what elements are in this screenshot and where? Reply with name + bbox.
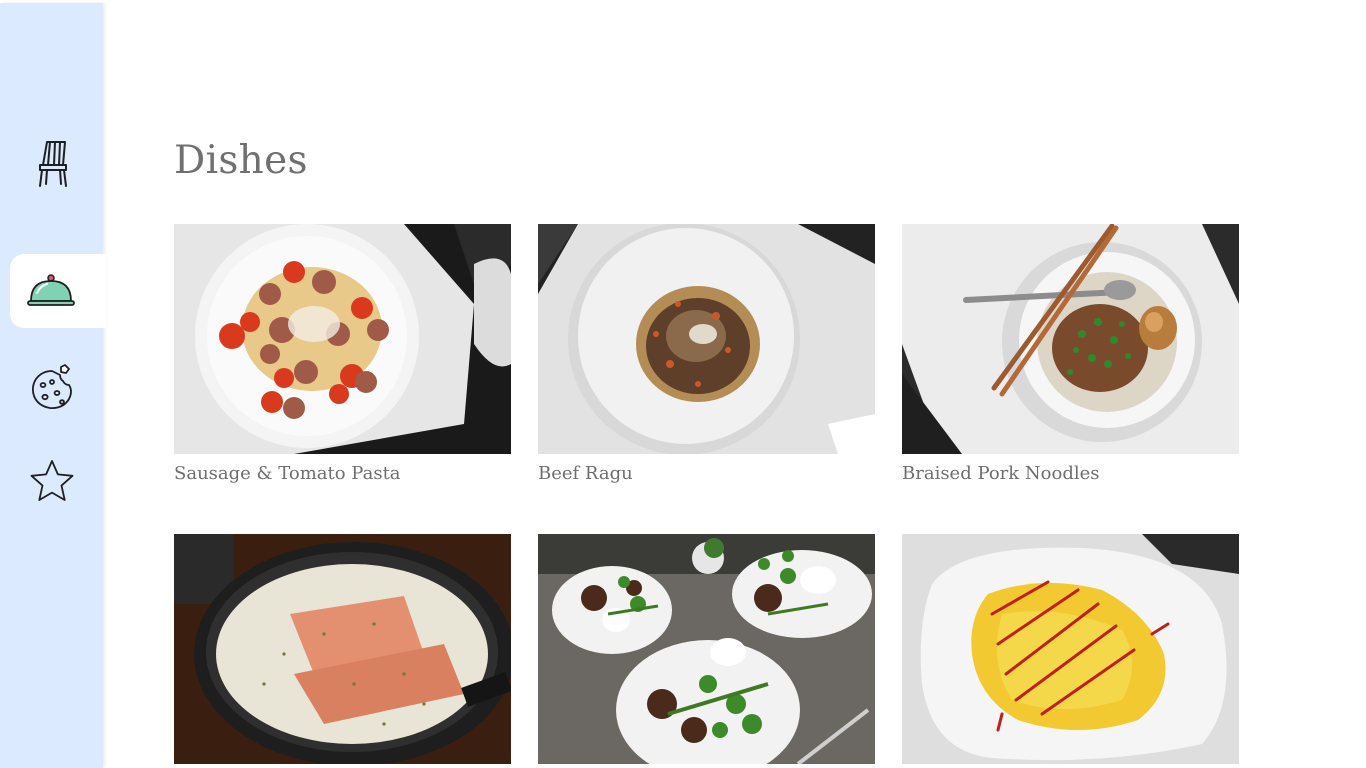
dish-card-sausage-tomato-pasta[interactable]: Sausage & Tomato Pasta xyxy=(174,224,511,484)
nav-item-chair[interactable] xyxy=(0,127,103,201)
nav-item-dishes[interactable] xyxy=(10,254,106,328)
dish-card-6[interactable] xyxy=(902,534,1239,764)
dish-card-5[interactable] xyxy=(538,534,875,764)
dish-photo xyxy=(174,534,511,764)
star-icon xyxy=(28,458,76,504)
sidebar xyxy=(0,3,106,768)
nav-item-favorites[interactable] xyxy=(0,444,103,518)
dish-photo xyxy=(174,224,511,454)
dish-photo xyxy=(538,224,875,454)
cloche-icon xyxy=(27,273,75,309)
dish-card-beef-ragu[interactable]: Beef Ragu xyxy=(538,224,875,484)
dish-name: Braised Pork Noodles xyxy=(902,463,1100,484)
cookie-icon xyxy=(30,363,74,411)
dish-photo xyxy=(538,534,875,764)
dish-photo xyxy=(902,224,1239,454)
dish-name: Sausage & Tomato Pasta xyxy=(174,463,401,484)
dish-name: Beef Ragu xyxy=(538,463,633,484)
chair-icon xyxy=(35,139,69,189)
dish-card-4[interactable] xyxy=(174,534,511,764)
nav-item-cookies[interactable] xyxy=(0,350,103,424)
page-title: Dishes xyxy=(174,138,308,183)
dish-photo xyxy=(902,534,1239,764)
main-content: Dishes Sausage & Tomato Pasta Beef Ragu … xyxy=(174,0,1274,768)
dish-card-braised-pork-noodles[interactable]: Braised Pork Noodles xyxy=(902,224,1239,484)
